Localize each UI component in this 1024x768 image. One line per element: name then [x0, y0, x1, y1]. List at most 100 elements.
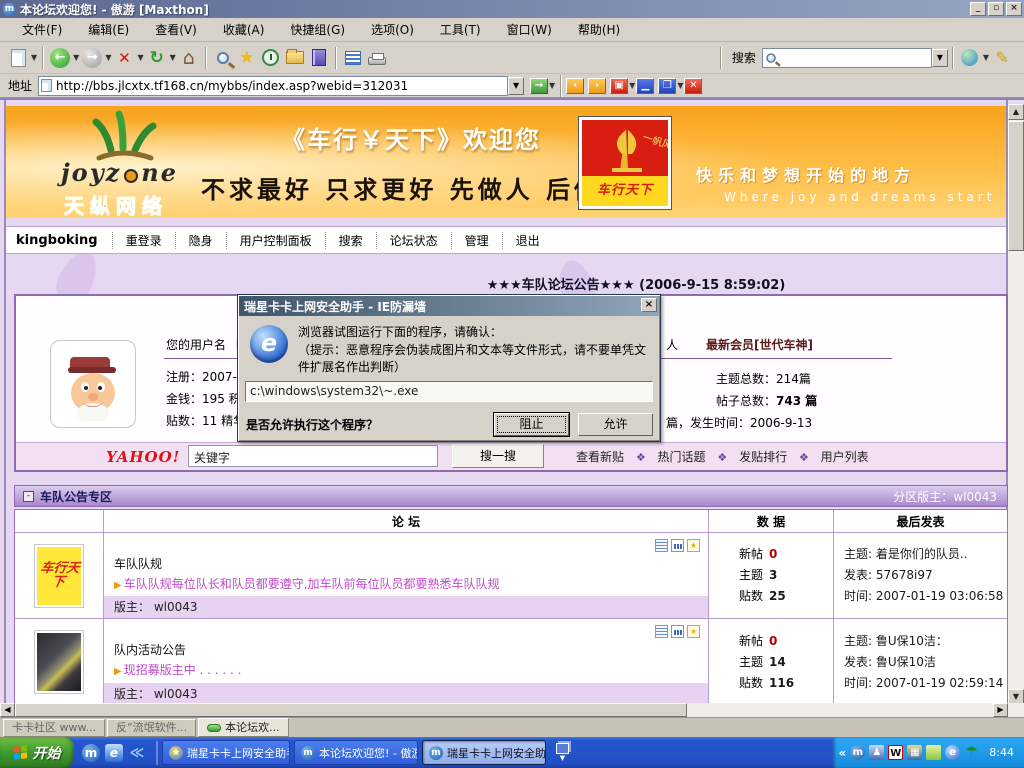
dialog-close-icon[interactable]: ×	[641, 298, 657, 312]
vertical-scroll-thumb[interactable]	[1008, 121, 1024, 251]
nav-forum-status[interactable]: 论坛状态	[375, 231, 451, 249]
search-dropdown[interactable]: ▼	[931, 48, 948, 67]
home-icon[interactable]: ⌂	[177, 46, 201, 70]
scroll-up-icon[interactable]: ▲	[1008, 104, 1024, 120]
start-button[interactable]: 开始	[0, 737, 74, 768]
new-page-dropdown[interactable]: ▼	[31, 53, 37, 62]
arrow-quicklaunch-icon[interactable]: ≪	[128, 744, 146, 762]
last-topic[interactable]: 主题: 着是你们的队员..	[844, 544, 1007, 565]
list-view-icon[interactable]	[655, 539, 668, 552]
maxthon-quicklaunch-icon[interactable]: m	[82, 743, 100, 762]
folders-icon[interactable]	[283, 46, 307, 70]
favorite-star-icon[interactable]: ★	[687, 539, 700, 552]
moderator-bar[interactable]: 版主： wl0043	[104, 683, 708, 703]
print-icon[interactable]	[365, 46, 389, 70]
stop-icon[interactable]: ✕	[112, 46, 136, 70]
taskbar-task-rising2[interactable]: m 瑞星卡卡上网安全助手...	[422, 740, 546, 765]
nav-logout[interactable]: 退出	[501, 231, 553, 249]
restore-dropdown[interactable]: ▼	[677, 81, 683, 90]
link-new-posts[interactable]: 查看新贴	[576, 450, 624, 464]
taskbar-task-rising1[interactable]: ★ 瑞星卡卡上网安全助手...	[162, 740, 290, 765]
menu-view[interactable]: 查看(V)	[143, 18, 209, 41]
section-title[interactable]: 车队公告专区	[40, 488, 112, 505]
section-moderator[interactable]: 分区版主：wl0043	[893, 488, 997, 505]
scroll-down-icon[interactable]: ▼	[1008, 689, 1024, 703]
forum-description-link[interactable]: ▶ 现招募版主中 . . . . . .	[114, 661, 241, 678]
tray-note-icon[interactable]	[926, 745, 942, 760]
menu-tools[interactable]: 工具(T)	[428, 18, 493, 41]
last-author[interactable]: 发表: 57678i97	[844, 565, 1007, 586]
stop-dropdown[interactable]: ▼	[137, 53, 143, 62]
forward-dropdown[interactable]: ▼	[105, 53, 111, 62]
scroll-right-icon[interactable]: ▶	[993, 703, 1008, 717]
book-icon[interactable]	[307, 46, 331, 70]
tray-clock[interactable]: 8:44	[989, 746, 1014, 759]
address-url[interactable]: http://bbs.jlcxtx.tf168.cn/mybbs/index.a…	[56, 79, 408, 93]
refresh-icon[interactable]: ↻	[145, 46, 169, 70]
globe-dropdown[interactable]: ▼	[983, 53, 989, 62]
forum-title-link[interactable]: 车队队规	[114, 555, 162, 572]
translate-globe-icon[interactable]	[958, 46, 982, 70]
nav-relogin[interactable]: 重登录	[111, 231, 175, 249]
go-dropdown[interactable]: ▼	[549, 81, 555, 90]
go-button[interactable]: →	[530, 77, 549, 94]
forum-description-link[interactable]: ▶ 车队队规每位队长和队员都要遵守,加车队前每位队员都要熟悉车队队规	[114, 575, 500, 592]
last-topic[interactable]: 主题: 鲁U保10洁：	[844, 631, 1007, 652]
link-user-list[interactable]: 用户列表	[821, 450, 869, 464]
address-input[interactable]: http://bbs.jlcxtx.tf168.cn/mybbs/index.a…	[38, 75, 509, 96]
forward-icon[interactable]: →	[80, 46, 104, 70]
minimize-button[interactable]: _	[970, 2, 986, 16]
minimize-all-icon[interactable]: ▁	[636, 77, 655, 94]
nav-user-panel[interactable]: 用户控制面板	[225, 231, 325, 249]
menu-edit[interactable]: 编辑(E)	[76, 18, 141, 41]
tray-w-icon[interactable]: W	[888, 745, 904, 760]
favorites-star-icon[interactable]: ★	[235, 46, 259, 70]
nav-admin[interactable]: 管理	[450, 231, 502, 249]
tray-rising-umbrella-icon[interactable]: ☂	[964, 745, 979, 760]
scroll-left-icon[interactable]: ◀	[0, 703, 15, 717]
link-hot-topics[interactable]: 热门话题	[658, 450, 706, 464]
nav-search[interactable]: 搜索	[324, 231, 376, 249]
tab-anti-malware[interactable]: 反“流氓软件...	[106, 719, 197, 737]
address-dropdown[interactable]: ▼	[508, 76, 525, 95]
block-button[interactable]: 阻止	[494, 413, 569, 436]
newest-member[interactable]: 最新会员[世代车神]	[706, 336, 813, 353]
forum-announcement[interactable]: ★★★车队论坛公告★★★ (2006-9-15 8:59:02)	[256, 274, 1016, 293]
tray-ie-icon[interactable]: e	[945, 745, 961, 760]
link-post-ranking[interactable]: 发贴排行	[739, 450, 787, 464]
search-icon[interactable]	[211, 46, 235, 70]
close-all-icon[interactable]: ✕	[684, 77, 703, 94]
section-header[interactable]: - 车队公告专区 分区版主：wl0043	[14, 485, 1008, 507]
refresh-dropdown[interactable]: ▼	[170, 53, 176, 62]
program-path-field[interactable]: c:\windows\system32\~.exe	[245, 381, 653, 402]
close-tab-dropdown[interactable]: ▼	[629, 81, 635, 90]
menu-file[interactable]: 文件(F)	[10, 18, 74, 41]
history-icon[interactable]	[259, 46, 283, 70]
next-tab-icon[interactable]: ›	[588, 77, 607, 94]
last-author[interactable]: 发表: 鲁U保10洁	[844, 652, 1007, 673]
window-titlebar[interactable]: m 本论坛欢迎您! - 傲游 [Maxthon] _ ▫ ×	[0, 0, 1024, 18]
horizontal-scrollbar[interactable]: ◀ ▶	[0, 703, 1024, 717]
tray-messenger-icon[interactable]: ♟	[869, 745, 885, 760]
allow-button[interactable]: 允许	[578, 413, 653, 436]
maximize-button[interactable]: ▫	[988, 2, 1004, 16]
menu-groups[interactable]: 快捷组(G)	[278, 18, 357, 41]
restore-all-icon[interactable]: ❐	[658, 77, 677, 94]
vertical-scrollbar[interactable]: ▲ ▼	[1008, 104, 1024, 703]
forum-title-link[interactable]: 队内活动公告	[114, 641, 186, 658]
list-view-icon[interactable]	[655, 625, 668, 638]
yahoo-keyword-input[interactable]: 关键字	[188, 445, 438, 467]
show-desktop-icon[interactable]: ▼	[556, 743, 569, 762]
highlighter-icon[interactable]: ✎	[990, 46, 1014, 70]
tray-firewall-shield-icon[interactable]: ▦	[907, 745, 923, 760]
tray-expand-icon[interactable]: «	[839, 746, 847, 760]
back-icon[interactable]: ←	[48, 46, 72, 70]
taskbar-task-forum[interactable]: m 本论坛欢迎您! - 傲游[...	[294, 740, 418, 765]
stats-chart-icon[interactable]	[671, 539, 684, 552]
close-tab-icon[interactable]: ▣	[610, 77, 629, 94]
menu-help[interactable]: 帮助(H)	[566, 18, 632, 41]
tab-kaka-community[interactable]: 卡卡社区 www...	[3, 719, 105, 737]
tray-maxthon-icon[interactable]: m	[850, 745, 866, 760]
tab-current-forum[interactable]: 本论坛欢...	[198, 718, 289, 737]
dialog-titlebar[interactable]: 瑞星卡卡上网安全助手 - IE防漏墙	[239, 296, 659, 316]
